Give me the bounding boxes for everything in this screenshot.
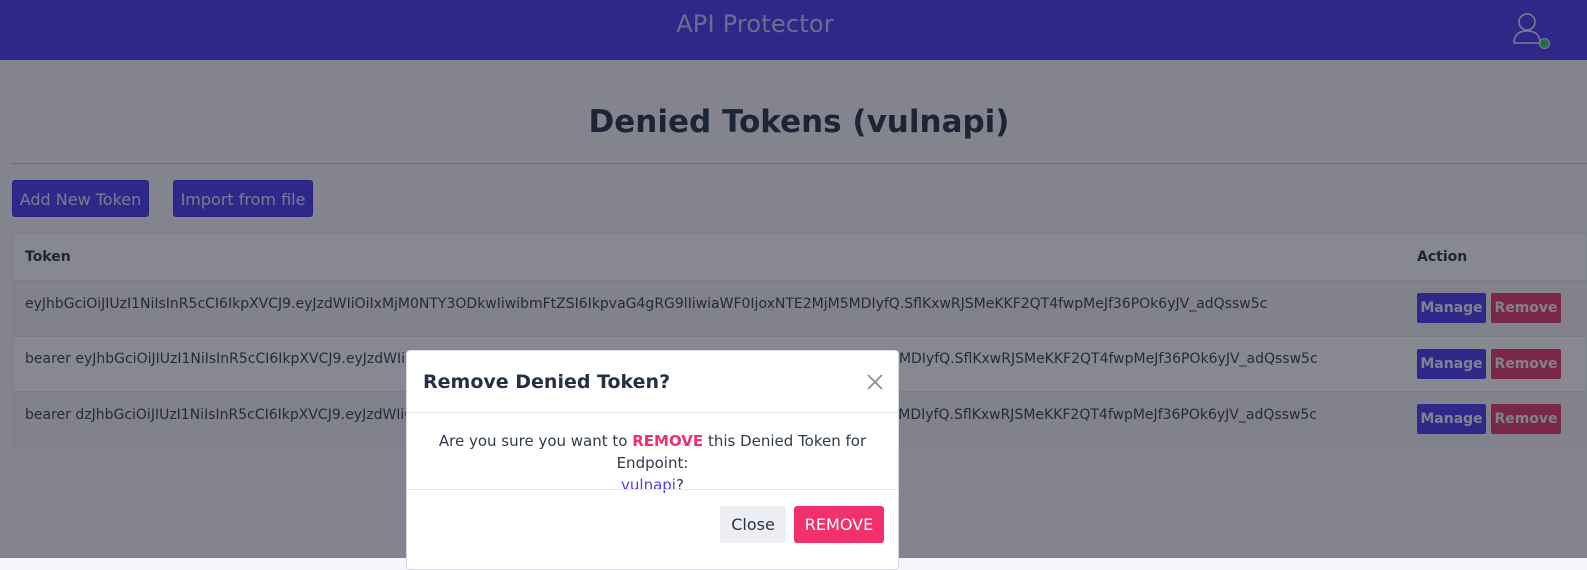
message-prefix: Are you sure you want to (438, 432, 628, 450)
dialog-footer-divider (407, 489, 898, 490)
dialog-message: Are you sure you want to REMOVE this Den… (407, 430, 898, 496)
close-icon[interactable] (865, 372, 885, 392)
endpoint-link[interactable]: vulnapi (621, 476, 676, 494)
confirm-remove-button[interactable]: REMOVE (794, 506, 884, 543)
remove-token-dialog: Remove Denied Token? Are you sure you wa… (406, 350, 899, 570)
dialog-title: Remove Denied Token? (423, 371, 671, 393)
message-end: ? (675, 476, 684, 494)
message-highlight: REMOVE (632, 432, 704, 450)
dialog-header-divider (407, 412, 898, 413)
close-button[interactable]: Close (720, 506, 786, 543)
